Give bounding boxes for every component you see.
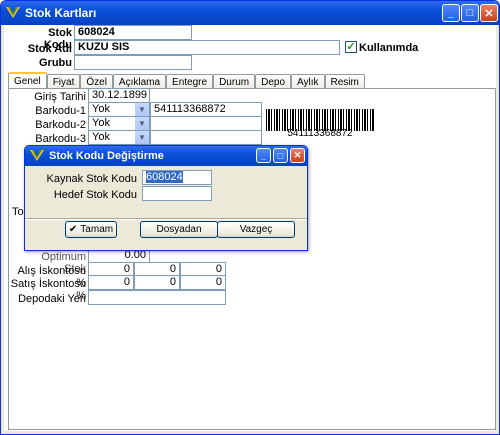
depodaki-yeri-label: Depodaki Yeri xyxy=(18,293,86,305)
barkodu3-type-value: Yok xyxy=(92,131,110,143)
tab-genel[interactable]: Genel xyxy=(8,72,47,89)
maximize-button[interactable]: □ xyxy=(461,4,479,22)
minimize-icon: _ xyxy=(260,150,266,161)
satis-iskonto-2-field[interactable]: 0 xyxy=(134,275,180,290)
stok-kodu-degistirme-dialog: Stok Kodu Değiştirme _ □ ✕ Kaynak Stok K… xyxy=(24,145,308,251)
barcode-text: 541113368872 xyxy=(287,128,353,139)
vazgec-button[interactable]: Vazgeç xyxy=(217,221,295,238)
giris-tarihi-label: Giriş Tarihi xyxy=(34,91,86,103)
barkodu2-type-select[interactable]: Yok ▼ xyxy=(88,116,150,131)
dialog-divider xyxy=(25,218,307,220)
vazgec-label: Vazgeç xyxy=(239,224,273,235)
check-icon: ✓ xyxy=(346,41,356,53)
tamam-button[interactable]: ✔ Tamam xyxy=(65,221,117,238)
close-icon: ✕ xyxy=(293,150,302,160)
window-title: Stok Kartları xyxy=(25,6,97,20)
kaynak-stok-kodu-label: Kaynak Stok Kodu xyxy=(46,173,137,185)
tamam-label: Tamam xyxy=(80,224,114,235)
maximize-icon: □ xyxy=(466,7,474,19)
tab-resim[interactable]: Resim xyxy=(324,74,365,89)
grubu-label: Grubu xyxy=(39,57,72,69)
chevron-down-icon[interactable]: ▼ xyxy=(135,103,149,116)
tab-depo[interactable]: Depo xyxy=(255,74,291,89)
maximize-icon: □ xyxy=(277,150,284,161)
chevron-down-icon[interactable]: ▼ xyxy=(135,117,149,130)
grubu-field[interactable] xyxy=(74,55,192,70)
title-bar[interactable]: Stok Kartları xyxy=(1,1,499,25)
app-logo-icon xyxy=(6,6,20,18)
partial-hidden-label: To xyxy=(12,206,24,218)
barkodu3-label: Barkodu-3 xyxy=(35,133,86,145)
barkodu2-field[interactable] xyxy=(150,116,262,131)
satis-iskonto-1-field[interactable]: 0 xyxy=(88,275,134,290)
barkodu1-field[interactable]: 541113368872 xyxy=(150,102,262,117)
app-logo-icon xyxy=(30,149,44,161)
dialog-title: Stok Kodu Değiştirme xyxy=(49,150,164,162)
dialog-close-button[interactable]: ✕ xyxy=(290,148,305,163)
kaynak-stok-kodu-value: 608024 xyxy=(146,171,183,183)
dosyadan-label: Dosyadan xyxy=(156,224,202,235)
minimize-button[interactable]: _ xyxy=(442,4,460,22)
barkodu3-type-select[interactable]: Yok ▼ xyxy=(88,130,150,145)
depodaki-yeri-field[interactable] xyxy=(88,290,226,305)
stok-adi-field[interactable]: KUZU SIS xyxy=(74,40,340,55)
tab-aciklama[interactable]: Açıklama xyxy=(112,74,167,89)
stok-kodu-field[interactable]: 608024 xyxy=(74,25,192,40)
barkodu1-type-value: Yok xyxy=(92,103,110,115)
tab-ozel[interactable]: Özel xyxy=(80,74,113,89)
checkmark-icon: ✔ xyxy=(68,224,78,235)
kullanimda-label: Kullanımda xyxy=(359,42,419,54)
dialog-minimize-button[interactable]: _ xyxy=(256,148,271,163)
hedef-stok-kodu-label: Hedef Stok Kodu xyxy=(53,189,137,201)
kaynak-stok-kodu-field[interactable]: 608024 xyxy=(142,170,212,185)
tab-strip: Genel Fiyat Özel Açıklama Entegre Durum … xyxy=(8,72,365,89)
close-icon: ✕ xyxy=(484,7,494,20)
hedef-stok-kodu-field[interactable] xyxy=(142,186,212,201)
close-button[interactable]: ✕ xyxy=(480,4,498,22)
barkodu1-label: Barkodu-1 xyxy=(35,105,86,117)
barkodu3-field[interactable] xyxy=(150,130,262,145)
tab-entegre[interactable]: Entegre xyxy=(166,74,214,89)
barkodu2-label: Barkodu-2 xyxy=(35,119,86,131)
minimize-icon: _ xyxy=(447,7,455,19)
tab-fiyat[interactable]: Fiyat xyxy=(46,74,81,89)
chevron-down-icon[interactable]: ▼ xyxy=(135,131,149,144)
tab-aylik[interactable]: Aylık xyxy=(291,74,325,89)
satis-iskonto-3-field[interactable]: 0 xyxy=(180,275,226,290)
kullanimda-checkbox[interactable]: ✓ xyxy=(345,41,357,53)
barkodu2-type-value: Yok xyxy=(92,117,110,129)
barkodu1-type-select[interactable]: Yok ▼ xyxy=(88,102,150,117)
tab-durum[interactable]: Durum xyxy=(213,74,256,89)
dialog-maximize-button[interactable]: □ xyxy=(273,148,288,163)
stok-adi-label: Stok Adı xyxy=(27,43,72,55)
giris-tarihi-field[interactable]: 30.12.1899 xyxy=(88,88,150,103)
dosyadan-button[interactable]: Dosyadan xyxy=(140,221,218,238)
